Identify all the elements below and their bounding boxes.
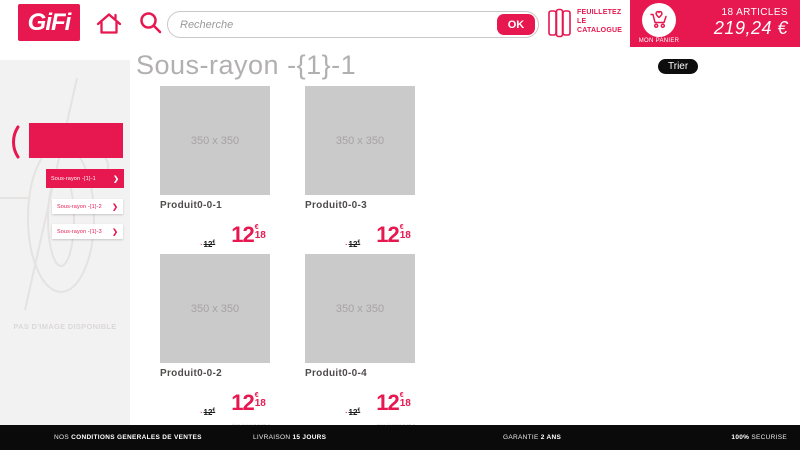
back-chevron-icon[interactable] [7,124,22,160]
product-name: Produit0-0-3 [305,200,417,211]
app-window: GiFi OK FEUILLETEZ [0,0,800,450]
sidebar-item-sous-rayon-3[interactable]: Sous-rayon -{1}-3 ❯ [52,224,123,239]
header: GiFi OK FEUILLETEZ [0,0,800,47]
footer-bar: NOS CONDITIONS GENERALES DE VENTES LIVRA… [0,425,800,450]
browse-catalogue-link[interactable]: FEUILLETEZ LE CATALOGUE [547,7,643,41]
old-price: ·12€ [200,407,215,417]
chevron-right-icon: ❯ [112,228,118,236]
product-card[interactable]: 350 x 350 Produit0-0-1 ·12€ 12€18 dont é… [160,86,272,264]
footer-warranty: GARANTIE 2 ANS [503,425,561,450]
catalogue-label: FEUILLETEZ LE CATALOGUE [577,8,622,35]
search-icon[interactable] [139,11,162,34]
product-name: Produit0-0-1 [160,200,272,211]
home-icon[interactable] [95,11,123,35]
category-banner[interactable] [29,123,123,158]
product-image-placeholder: 350 x 350 [160,254,270,363]
gifi-logo[interactable]: GiFi [18,4,80,41]
product-image-placeholder: 350 x 350 [305,86,415,195]
sidebar-item-label: Sous-rayon -{1}-3 [57,229,102,235]
product-card[interactable]: 350 x 350 Produit0-0-3 ·12€ 12€18 dont é… [305,86,417,264]
footer-delivery: LIVRAISON 15 JOURS [253,425,326,450]
no-camera-watermark-icon [0,70,130,320]
product-card[interactable]: 350 x 350 Produit0-0-2 ·12€ 12€18 dont é… [160,254,272,432]
search-input[interactable] [180,13,480,36]
product-image-placeholder: 350 x 350 [160,86,270,195]
footer-secure: 100% SECURISE [731,425,787,450]
product-name: Produit0-0-4 [305,368,417,379]
cart-label: MON PANIER [630,38,688,44]
chevron-right-icon: ❯ [112,203,118,211]
old-price: ·12€ [345,407,360,417]
cart-button[interactable]: MON PANIER 18 ARTICLES 219,24 € [630,0,800,47]
cart-icon [642,3,676,37]
page-title: Sous-rayon -{1}-1 [136,50,356,81]
cart-article-count: 18 ARTICLES [722,7,788,18]
no-image-text: PAS D'IMAGE DISPONIBLE [0,322,130,331]
sidebar-item-sous-rayon-2[interactable]: Sous-rayon -{1}-2 ❯ [52,199,123,214]
chevron-right-icon: ❯ [113,175,119,183]
product-image-placeholder: 350 x 350 [305,254,415,363]
sidebar-item-label: Sous-rayon -{1}-1 [51,176,96,182]
sort-button[interactable]: Trier [658,59,698,74]
product-card[interactable]: 350 x 350 Produit0-0-4 ·12€ 12€18 dont é… [305,254,417,432]
search-bar: OK [167,11,539,38]
sidebar-item-sous-rayon-1[interactable]: Sous-rayon -{1}-1 ❯ [46,169,124,188]
product-name: Produit0-0-2 [160,368,272,379]
old-price: ·12€ [345,239,360,249]
cart-total: 219,24 € [714,18,788,39]
sidebar: Sous-rayon -{1}-1 ❯ Sous-rayon -{1}-2 ❯ … [0,60,130,425]
footer-cgv-link[interactable]: NOS CONDITIONS GENERALES DE VENTES [54,425,202,450]
old-price: ·12€ [200,239,215,249]
sidebar-item-label: Sous-rayon -{1}-2 [57,204,102,210]
search-ok-button[interactable]: OK [497,14,535,35]
